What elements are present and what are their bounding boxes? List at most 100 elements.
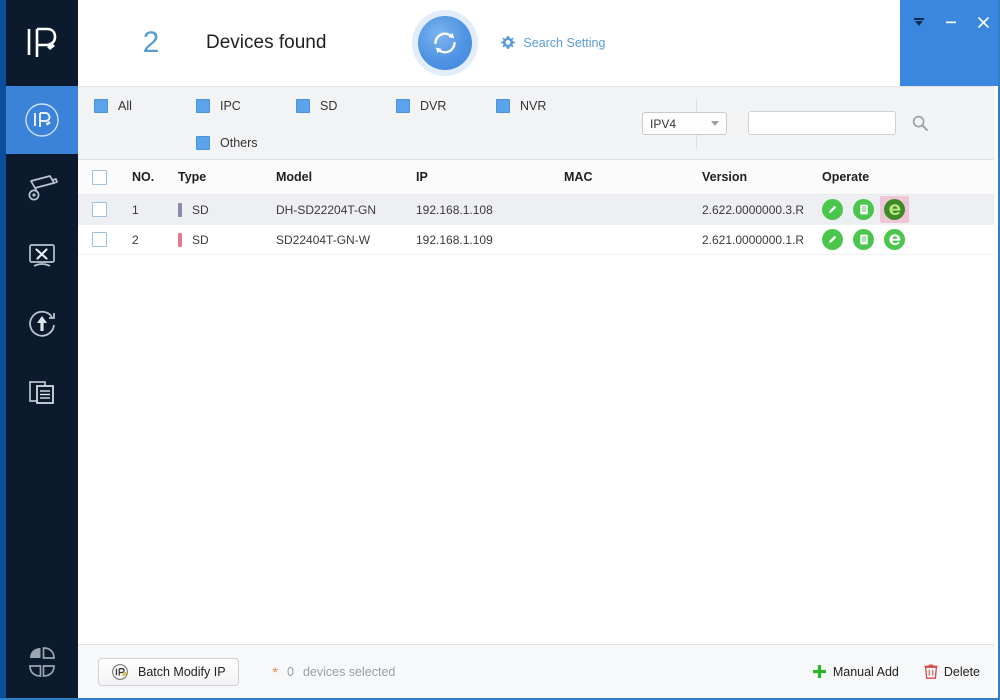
magnifier-icon (911, 114, 929, 132)
delete-button[interactable]: Delete (923, 663, 980, 680)
refresh-button[interactable] (418, 16, 472, 70)
filter-label-others: Others (220, 136, 258, 150)
search-setting-label: Search Setting (523, 36, 605, 50)
collapse-button[interactable] (910, 13, 928, 31)
window-titlebar (900, 0, 1000, 86)
cell-version: 2.622.0000000.3.R (702, 203, 822, 217)
checkbox-ipc-box[interactable] (196, 99, 210, 113)
filter-label-all: All (118, 99, 132, 113)
column-version: Version (702, 170, 822, 184)
search-button[interactable] (908, 112, 932, 134)
gear-icon (500, 35, 516, 51)
cell-ip: 192.168.1.109 (416, 233, 564, 247)
row-select-cell[interactable] (78, 202, 120, 217)
manual-add-button[interactable]: Manual Add (811, 663, 899, 680)
app-window: 2 Devices found Search Setting (0, 0, 1000, 700)
edit-device-icon[interactable] (822, 199, 843, 220)
device-details-icon[interactable] (853, 199, 874, 220)
filter-checkbox-dvr[interactable]: DVR (396, 99, 496, 113)
filter-checkbox-all[interactable]: All (94, 99, 196, 113)
cell-type-label: SD (192, 203, 209, 217)
device-count: 2 (106, 26, 196, 60)
row-select-cell[interactable] (78, 232, 120, 247)
batch-modify-ip-button[interactable]: Batch Modify IP (98, 658, 239, 686)
device-details-icon[interactable] (853, 229, 874, 250)
checkbox-sd-box[interactable] (296, 99, 310, 113)
open-web-highlight (880, 196, 909, 223)
app-logo (6, 0, 78, 86)
selected-count: 0 (287, 665, 294, 679)
selected-label: devices selected (303, 665, 395, 679)
sidebar-item-device-config[interactable] (6, 154, 78, 222)
search-setting-button[interactable]: Search Setting (500, 35, 605, 51)
select-all-checkbox[interactable] (92, 170, 107, 185)
cell-model: DH-SD22204T-GN (276, 203, 416, 217)
ip-pencil-circle-icon (21, 99, 63, 141)
bottom-toolbar: Batch Modify IP * 0 devices selected Man… (78, 644, 1000, 698)
table-row[interactable]: 2 SD SD22404T-GN-W 192.168.1.109 2.621.0… (78, 225, 1000, 255)
row-checkbox[interactable] (92, 232, 107, 247)
cell-type: SD (178, 203, 276, 217)
checkbox-others-box[interactable] (196, 136, 210, 150)
cell-model: SD22404T-GN-W (276, 233, 416, 247)
device-table: NO. Type Model IP MAC Version Operate 1 … (78, 160, 1000, 646)
clover-grid-icon (22, 642, 62, 682)
checkbox-all-box[interactable] (94, 99, 108, 113)
filter-checkbox-ipc[interactable]: IPC (196, 99, 296, 113)
table-header: NO. Type Model IP MAC Version Operate (78, 160, 1000, 195)
sidebar-item-upgrade[interactable] (6, 290, 78, 358)
delete-label: Delete (944, 665, 980, 679)
filter-checkbox-sd[interactable]: SD (296, 99, 396, 113)
filter-checkbox-nvr[interactable]: NVR (496, 99, 596, 113)
sidebar (0, 0, 78, 700)
column-model: Model (276, 170, 416, 184)
column-operate: Operate (822, 170, 952, 184)
ip-pencil-icon (111, 663, 131, 681)
open-web-icon[interactable] (884, 229, 905, 250)
checkbox-dvr-box[interactable] (396, 99, 410, 113)
upload-refresh-icon (21, 303, 63, 345)
monitor-tools-icon (21, 235, 63, 277)
cell-operate (822, 196, 952, 223)
batch-modify-ip-label: Batch Modify IP (138, 665, 226, 679)
column-no: NO. (120, 170, 178, 184)
filter-label-sd: SD (320, 99, 337, 113)
column-ip: IP (416, 170, 564, 184)
sidebar-item-ip-config[interactable] (6, 86, 78, 154)
right-edge-spacer (994, 86, 998, 700)
cell-type: SD (178, 233, 276, 247)
table-row[interactable]: 1 SD DH-SD22204T-GN 192.168.1.108 2.622.… (78, 195, 1000, 225)
sidebar-item-apps[interactable] (6, 642, 78, 682)
open-web-icon[interactable] (884, 199, 905, 220)
sidebar-item-logs[interactable] (6, 358, 78, 426)
trash-icon (923, 663, 939, 680)
device-found-label: Devices found (206, 32, 326, 54)
type-color-bar (178, 233, 182, 247)
close-button[interactable] (974, 13, 992, 31)
cell-ip: 192.168.1.108 (416, 203, 564, 217)
sidebar-item-maintenance[interactable] (6, 222, 78, 290)
edit-device-icon[interactable] (822, 229, 843, 250)
ip-config-logo-icon (21, 23, 63, 63)
manual-add-label: Manual Add (833, 665, 899, 679)
filter-label-ipc: IPC (220, 99, 241, 113)
minimize-button[interactable] (942, 13, 960, 31)
select-all-cell[interactable] (78, 170, 120, 185)
search-input[interactable] (748, 111, 896, 135)
chevron-down-filled-icon (912, 15, 926, 29)
cell-no: 2 (120, 233, 178, 247)
cell-version: 2.621.0000000.1.R (702, 233, 822, 247)
header: 2 Devices found Search Setting (78, 0, 900, 86)
plus-icon (811, 663, 828, 680)
cell-type-label: SD (192, 233, 209, 247)
close-icon (976, 15, 991, 30)
cell-operate (822, 229, 952, 250)
protocol-select-value: IPV4 (650, 117, 676, 131)
filter-label-nvr: NVR (520, 99, 546, 113)
filter-checkbox-others[interactable]: Others (196, 136, 296, 150)
checkbox-nvr-box[interactable] (496, 99, 510, 113)
documents-icon (21, 371, 63, 413)
protocol-select[interactable]: IPV4 (642, 112, 727, 135)
minimize-icon (944, 15, 958, 29)
row-checkbox[interactable] (92, 202, 107, 217)
